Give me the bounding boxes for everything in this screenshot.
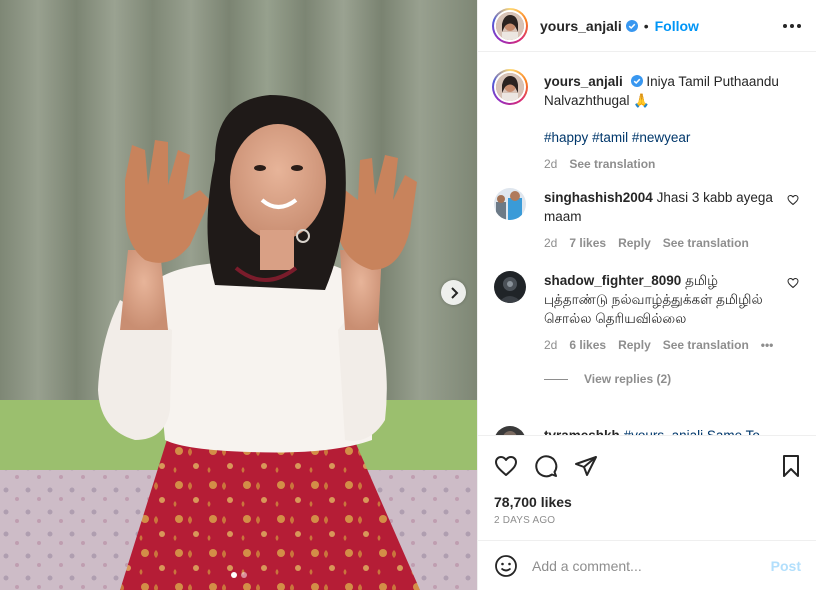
- share-icon[interactable]: [574, 454, 598, 478]
- view-replies-button[interactable]: View replies (2): [544, 372, 799, 386]
- instagram-post-modal: yours_anjali • Follow yours_anjali Iniya…: [0, 0, 816, 590]
- chevron-right-icon: [449, 286, 459, 299]
- comment-likes[interactable]: 7 likes: [569, 236, 606, 250]
- see-translation-link[interactable]: See translation: [663, 236, 749, 250]
- caption-meta: 2d See translation: [544, 157, 797, 171]
- caption-hashtags: #happy #tamil #newyear: [544, 130, 797, 145]
- carousel-dot: [240, 572, 247, 578]
- heart-icon[interactable]: [787, 194, 799, 209]
- heart-icon[interactable]: [787, 277, 799, 292]
- comment-text: #yours_anjali Same To...: [623, 428, 772, 436]
- author-avatar[interactable]: [492, 7, 528, 44]
- comment-username[interactable]: tvrameshkh: [544, 428, 620, 435]
- caption-time: 2d: [544, 157, 558, 171]
- replies-divider: [544, 378, 568, 380]
- follow-button[interactable]: Follow: [655, 18, 699, 34]
- comment-composer: Post: [478, 540, 816, 590]
- reply-button[interactable]: Reply: [618, 338, 651, 352]
- comment-time: 2d: [544, 338, 558, 352]
- post-comment-button[interactable]: Post: [771, 558, 801, 574]
- comment-item: tvrameshkh #yours_anjali Same To...: [494, 426, 799, 436]
- carousel-dots: [0, 572, 477, 578]
- see-translation-link[interactable]: See translation: [569, 157, 655, 171]
- header-separator: •: [643, 17, 649, 34]
- comment-time: 2d: [544, 236, 558, 250]
- hashtag-link[interactable]: #newyear: [632, 130, 691, 145]
- view-replies-label: View replies (2): [584, 372, 672, 386]
- comment-input[interactable]: [532, 557, 771, 574]
- next-photo-button[interactable]: [441, 280, 466, 305]
- bookmark-icon[interactable]: [781, 454, 801, 478]
- caption-username[interactable]: yours_anjali: [544, 74, 623, 89]
- comment-username[interactable]: shadow_fighter_8090: [544, 273, 681, 288]
- photo-illustration: [0, 0, 477, 590]
- post-header: yours_anjali • Follow: [478, 0, 816, 52]
- verified-icon: [630, 75, 643, 87]
- comment-body: shadow_fighter_8090 தமிழ் புத்தாண்டு நல்…: [544, 271, 799, 328]
- post-details: yours_anjali • Follow yours_anjali Iniya…: [477, 0, 816, 590]
- reply-button[interactable]: Reply: [618, 236, 651, 250]
- comment-item: singhashish2004 Jhasi 3 kabb ayega maam …: [494, 188, 799, 250]
- action-bar: [478, 448, 816, 484]
- post-timestamp: 2 days ago: [494, 515, 556, 526]
- comment-item: shadow_fighter_8090 தமிழ் புத்தாண்டு நல்…: [494, 271, 799, 386]
- author-username[interactable]: yours_anjali: [540, 18, 622, 34]
- comments-list[interactable]: yours_anjali Iniya Tamil Puthaandu Nalva…: [478, 53, 816, 436]
- comment-icon[interactable]: [534, 454, 558, 478]
- heart-icon[interactable]: [494, 454, 518, 478]
- emoji-icon[interactable]: [494, 554, 518, 578]
- caption-text-block: yours_anjali Iniya Tamil Puthaandu Nalva…: [544, 69, 797, 110]
- comment-meta: 2d 7 likes Reply See translation: [544, 236, 799, 250]
- commenter-avatar[interactable]: [494, 426, 526, 435]
- hashtag-link[interactable]: #happy: [544, 130, 588, 145]
- caption-avatar[interactable]: [492, 69, 528, 105]
- commenter-avatar[interactable]: [494, 271, 526, 303]
- comment-username[interactable]: singhashish2004: [544, 190, 653, 205]
- comment-more-options[interactable]: •••: [761, 338, 774, 352]
- commenter-avatar[interactable]: [494, 188, 526, 220]
- carousel-dot-active: [230, 572, 237, 578]
- comment-body: singhashish2004 Jhasi 3 kabb ayega maam: [544, 188, 799, 226]
- comment-body: tvrameshkh #yours_anjali Same To...: [544, 426, 799, 436]
- post-photo: [0, 0, 477, 590]
- more-options-icon[interactable]: [782, 23, 802, 29]
- see-translation-link[interactable]: See translation: [663, 338, 749, 352]
- verified-icon: [625, 19, 638, 32]
- hashtag-link[interactable]: #tamil: [592, 130, 628, 145]
- comment-meta: 2d 6 likes Reply See translation •••: [544, 338, 799, 352]
- post-caption: yours_anjali Iniya Tamil Puthaandu Nalva…: [492, 69, 797, 171]
- likes-count[interactable]: 78,700 likes: [494, 494, 572, 510]
- comment-likes[interactable]: 6 likes: [569, 338, 606, 352]
